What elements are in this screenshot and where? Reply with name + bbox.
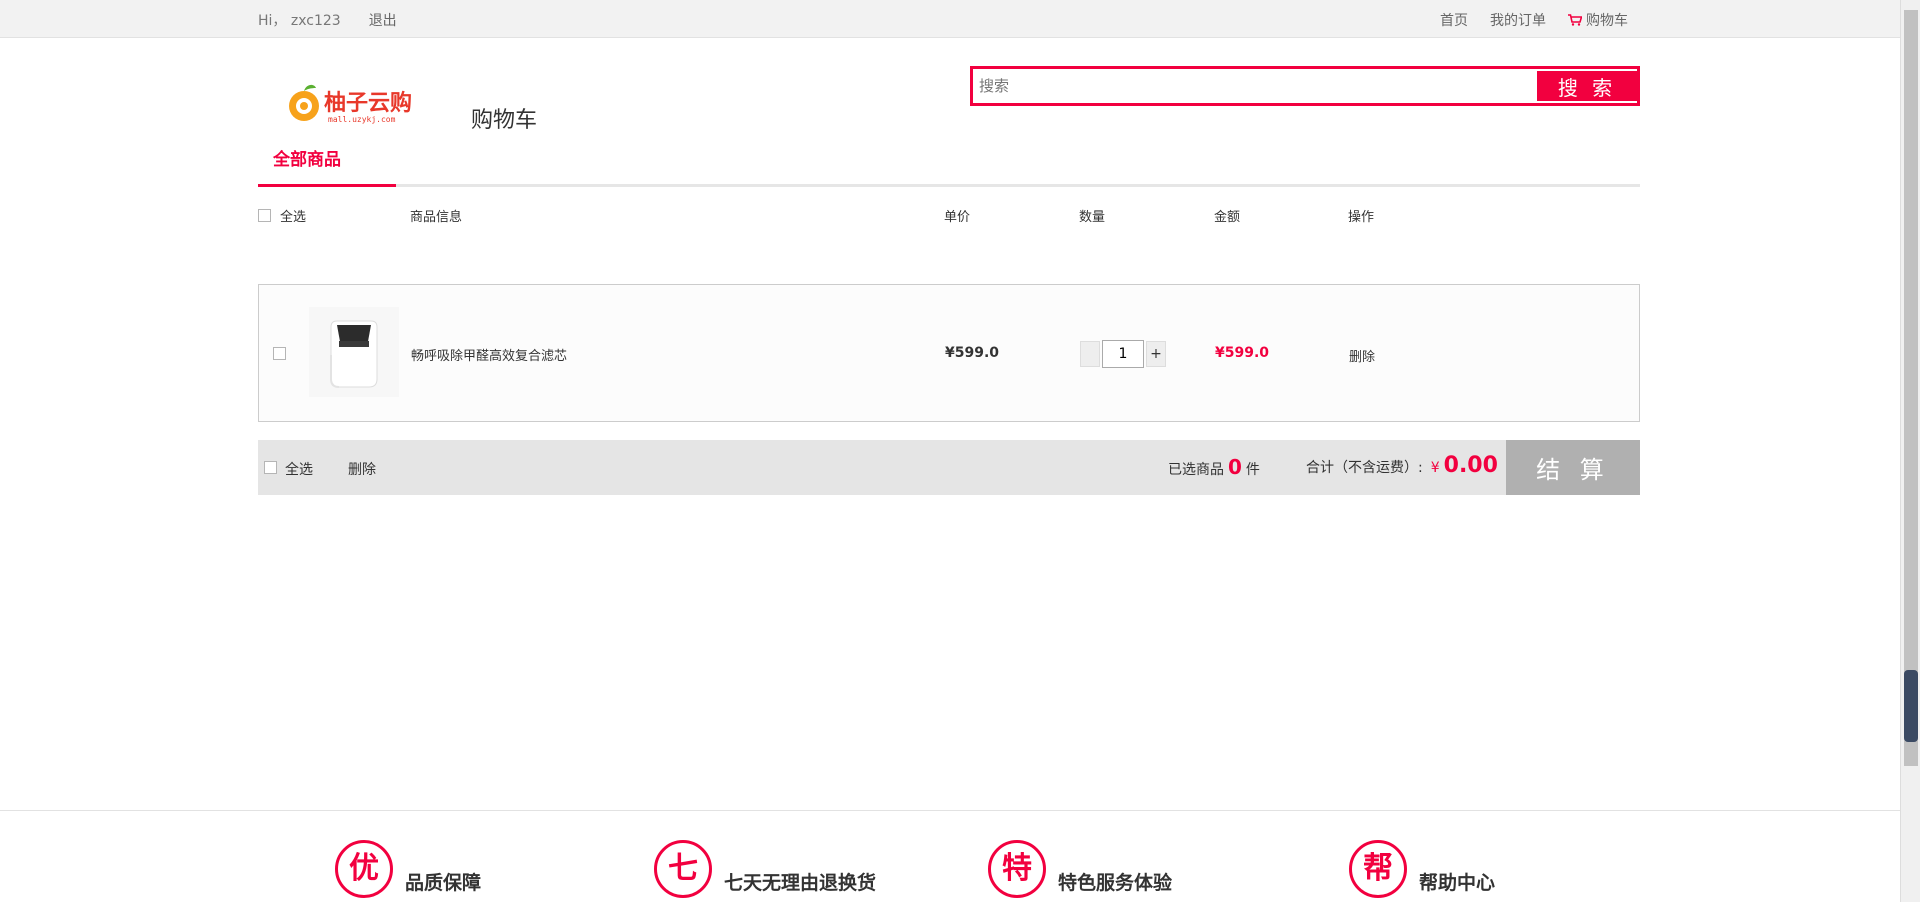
increment-button[interactable]: + [1146, 341, 1166, 367]
service-returns[interactable]: 七 七天无理由退换货 [654, 840, 876, 898]
cart-column-headers: 全选 商品信息 单价 数量 金额 操作 [258, 206, 1640, 226]
col-unit-price: 单价 [944, 210, 971, 225]
summary-delete-link[interactable]: 删除 [348, 459, 376, 479]
cart-item-row: 畅呼吸除甲醛高效复合滤芯 ¥599.0 - + ¥599.0 删除 [258, 284, 1640, 422]
product-thumbnail[interactable] [309, 307, 399, 397]
greeting: Hi， zxc123 [258, 13, 341, 29]
col-amount: 金额 [1214, 210, 1241, 225]
quantity-input[interactable] [1102, 340, 1144, 368]
footer-divider [0, 810, 1900, 811]
logo-text: 柚子云购 [324, 90, 412, 116]
service-experience[interactable]: 特 特色服务体验 [988, 840, 1172, 898]
item-checkbox[interactable] [273, 347, 286, 360]
tab-bar: 全部商品 [258, 140, 1640, 187]
decrement-button[interactable]: - [1080, 341, 1100, 367]
cart-summary-bar: 全选 删除 已选商品 0 件 合计（不含运费）: ¥0.00 结 算 [258, 440, 1640, 495]
floating-widget-icon[interactable] [1904, 670, 1918, 742]
search-bar: 搜 索 [970, 66, 1640, 106]
selected-count-value: 0 [1228, 455, 1242, 479]
product-name[interactable]: 畅呼吸除甲醛高效复合滤芯 [411, 345, 567, 364]
search-input[interactable] [973, 69, 1537, 103]
col-product-info: 商品信息 [410, 210, 463, 225]
selected-count: 已选商品 0 件 [1168, 455, 1260, 479]
delete-item-link[interactable]: 删除 [1349, 346, 1375, 365]
summary-select-all-label[interactable]: 全选 [285, 459, 313, 479]
unit-price: ¥599.0 [945, 345, 1000, 361]
site-logo[interactable]: 柚子云购 mall.uzykj.com [284, 80, 444, 128]
returns-icon: 七 [654, 840, 712, 898]
quality-icon: 优 [335, 840, 393, 898]
logout-link[interactable]: 退出 [369, 10, 397, 30]
my-orders-link[interactable]: 我的订单 [1490, 10, 1546, 30]
help-icon: 帮 [1349, 840, 1407, 898]
top-bar: Hi， zxc123 退出 首页 我的订单 购物车 [0, 0, 1900, 38]
col-select-all: 全选 [280, 210, 307, 225]
experience-icon: 特 [988, 840, 1046, 898]
cart-icon [1568, 14, 1582, 26]
page-title: 购物车 [471, 108, 538, 133]
home-link[interactable]: 首页 [1440, 10, 1468, 30]
total-value: 0.00 [1443, 453, 1498, 478]
quantity-stepper: - + [1080, 340, 1166, 368]
vertical-scrollbar[interactable] [1900, 0, 1920, 902]
service-guarantees: 优 品质保障 七 七天无理由退换货 特 特色服务体验 帮 帮助中心 [0, 840, 1900, 902]
col-action: 操作 [1348, 210, 1375, 225]
search-button[interactable]: 搜 索 [1537, 71, 1637, 101]
logo-subtext: mall.uzykj.com [328, 115, 396, 124]
checkout-button[interactable]: 结 算 [1506, 440, 1640, 495]
item-amount: ¥599.0 [1215, 345, 1270, 361]
cart-link-label: 购物车 [1586, 13, 1628, 29]
tab-all-products[interactable]: 全部商品 [258, 140, 396, 187]
scrollbar-thumb[interactable] [1904, 10, 1918, 766]
service-help-center[interactable]: 帮 帮助中心 [1349, 840, 1495, 898]
summary-select-all-checkbox[interactable] [264, 461, 277, 474]
col-quantity: 数量 [1079, 210, 1106, 225]
total: 合计（不含运费）: ¥0.00 [1306, 453, 1498, 478]
select-all-checkbox[interactable] [258, 208, 271, 223]
service-quality[interactable]: 优 品质保障 [335, 840, 481, 898]
cart-link[interactable]: 购物车 [1568, 10, 1628, 30]
